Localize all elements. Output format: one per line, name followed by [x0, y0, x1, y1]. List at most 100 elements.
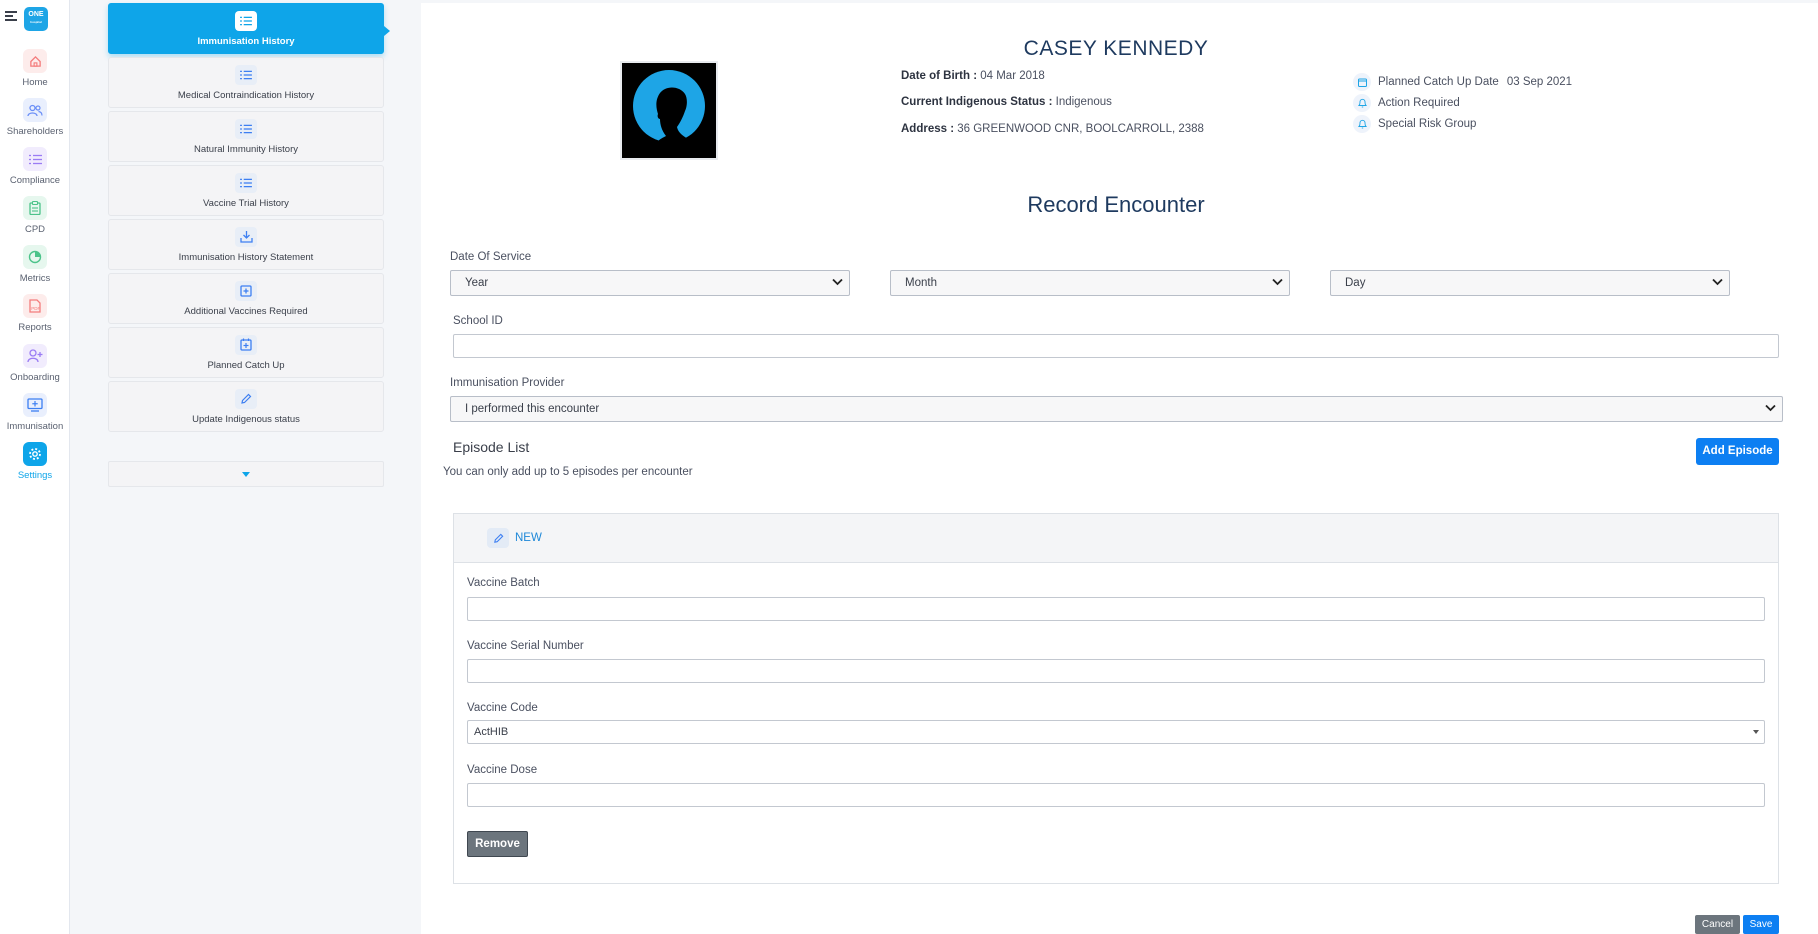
- month-select[interactable]: Month: [890, 270, 1290, 296]
- vaccine-code-select[interactable]: ActHIB: [467, 720, 1765, 744]
- nav-label-cpd: CPD: [24, 224, 46, 235]
- menu-item-additional-vaccines-required[interactable]: Additional Vaccines Required: [108, 273, 384, 324]
- school-id-label: School ID: [453, 315, 503, 327]
- caret-down-icon: [1753, 730, 1759, 734]
- save-button[interactable]: Save: [1743, 915, 1779, 934]
- patient-name: CASEY KENNEDY: [1023, 37, 1209, 60]
- menu-label: Update Indigenous status: [192, 413, 300, 425]
- indigenous-value: Indigenous: [1055, 96, 1112, 108]
- indigenous-row: Current Indigenous Status : Indigenous: [901, 96, 1112, 108]
- indigenous-label: Current Indigenous Status :: [901, 96, 1053, 108]
- nav-label-onboarding: Onboarding: [10, 372, 60, 383]
- calendar-plus-icon: [235, 334, 257, 355]
- logo-text: ONE: [28, 11, 44, 18]
- nav-label-home: Home: [22, 77, 48, 88]
- vaccine-serial-input[interactable]: [467, 659, 1765, 683]
- special-risk-text: Special Risk Group: [1378, 118, 1477, 130]
- logo-subtext: hospital: [30, 20, 42, 24]
- hamburger-menu-icon[interactable]: [5, 11, 17, 21]
- nav-item-home[interactable]: Home: [0, 49, 70, 88]
- vaccine-batch-label: Vaccine Batch: [467, 577, 540, 589]
- vaccine-code-value: ActHIB: [474, 726, 509, 738]
- monitor-plus-icon: [23, 393, 47, 417]
- clipboard-icon: [23, 196, 47, 220]
- episode-status: NEW: [515, 532, 542, 544]
- episode-limit-note: You can only add up to 5 episodes per en…: [443, 466, 693, 478]
- menu-item-planned-catch-up[interactable]: Planned Catch Up: [108, 327, 384, 378]
- nav-item-shareholders[interactable]: Shareholders: [0, 98, 70, 137]
- episode-card: NEW Vaccine Batch Vaccine Serial Number …: [453, 513, 1779, 884]
- vaccine-dose-label: Vaccine Dose: [467, 764, 538, 776]
- vaccine-dose-input[interactable]: [467, 783, 1765, 807]
- catchup-row: Planned Catch Up Date 03 Sep 2021: [1353, 73, 1572, 91]
- form-title: Record Encounter: [1027, 192, 1205, 217]
- school-id-input[interactable]: [453, 334, 1779, 358]
- list-icon: [235, 172, 257, 193]
- chevron-down-icon: [832, 278, 843, 286]
- immunisation-provider-label: Immunisation Provider: [450, 377, 565, 389]
- nav-item-immunisation[interactable]: Immunisation: [0, 393, 70, 432]
- main-panel: CASEY KENNEDY Date of Birth : 04 Mar 201…: [421, 3, 1818, 934]
- list-icon: [235, 64, 257, 85]
- address-value: 36 GREENWOOD CNR, BOOLCARROLL, 2388: [957, 123, 1204, 135]
- nav-item-onboarding[interactable]: Onboarding: [0, 344, 70, 383]
- episode-list-title: Episode List: [453, 439, 530, 455]
- home-icon: [23, 49, 47, 73]
- menu-label: Planned Catch Up: [207, 359, 285, 371]
- bell-icon: [1353, 94, 1371, 112]
- address-label: Address :: [901, 123, 955, 135]
- menu-item-update-indigenous-status[interactable]: Update Indigenous status: [108, 381, 384, 432]
- menu-label: Vaccine Trial History: [203, 197, 289, 209]
- vaccine-serial-label: Vaccine Serial Number: [467, 640, 584, 652]
- menu-item-medical-contraindication-history[interactable]: Medical Contraindication History: [108, 57, 384, 108]
- caret-down-icon: [242, 471, 250, 477]
- month-value: Month: [905, 277, 937, 289]
- users-icon: [23, 98, 47, 122]
- action-required-row: Action Required: [1353, 94, 1460, 112]
- day-select[interactable]: Day: [1330, 270, 1730, 296]
- menu-item-natural-immunity-history[interactable]: Natural Immunity History: [108, 111, 384, 162]
- provider-value: I performed this encounter: [465, 403, 600, 415]
- list-icon: [235, 118, 257, 139]
- bell-icon: [1353, 115, 1371, 133]
- day-value: Day: [1345, 277, 1366, 289]
- list-icon: [23, 147, 47, 171]
- year-select[interactable]: Year: [450, 270, 850, 296]
- list-icon: [235, 10, 257, 31]
- user-plus-icon: [23, 344, 47, 368]
- vaccine-batch-input[interactable]: [467, 597, 1765, 621]
- gear-icon: [23, 442, 47, 466]
- nav-item-reports[interactable]: PDF Reports: [0, 294, 70, 333]
- menu-item-immunisation-history-statement[interactable]: Immunisation History Statement: [108, 219, 384, 270]
- add-episode-button[interactable]: Add Episode: [1696, 438, 1779, 465]
- episode-header: NEW: [454, 514, 1778, 563]
- nav-item-settings[interactable]: Settings: [0, 442, 70, 481]
- cancel-button[interactable]: Cancel: [1695, 915, 1740, 934]
- nav-item-metrics[interactable]: Metrics: [0, 245, 70, 284]
- menu-item-immunisation-history[interactable]: Immunisation History: [108, 3, 390, 54]
- patient-avatar: [620, 61, 718, 160]
- immunisation-provider-select[interactable]: I performed this encounter: [450, 396, 1783, 422]
- nav-label-shareholders: Shareholders: [6, 126, 64, 137]
- pencil-icon: [487, 528, 509, 548]
- menu-label: Medical Contraindication History: [177, 89, 315, 101]
- left-nav: ONE hospital Home Shareholders Compliance…: [0, 0, 70, 934]
- nav-item-cpd[interactable]: CPD: [0, 196, 70, 235]
- menu-item-vaccine-trial-history[interactable]: Vaccine Trial History: [108, 165, 384, 216]
- pdf-file-icon: PDF: [23, 294, 47, 318]
- nav-label-compliance: Compliance: [9, 175, 61, 186]
- nav-item-compliance[interactable]: Compliance: [0, 147, 70, 186]
- app-logo[interactable]: ONE hospital: [24, 7, 48, 31]
- remove-episode-button[interactable]: Remove: [467, 831, 528, 857]
- dob-label: Date of Birth :: [901, 70, 978, 82]
- dob-value: 04 Mar 2018: [980, 70, 1045, 82]
- menu-label: Immunisation History: [197, 35, 295, 47]
- year-value: Year: [465, 277, 489, 289]
- expand-menu-button[interactable]: [108, 461, 384, 487]
- menu-label: Natural Immunity History: [194, 143, 298, 155]
- menu-label: Immunisation History Statement: [178, 251, 314, 263]
- record-menu: Immunisation History Medical Contraindic…: [108, 3, 390, 435]
- dob-row: Date of Birth : 04 Mar 2018: [901, 70, 1045, 82]
- chevron-down-icon: [1765, 404, 1776, 412]
- plus-square-icon: [235, 280, 257, 301]
